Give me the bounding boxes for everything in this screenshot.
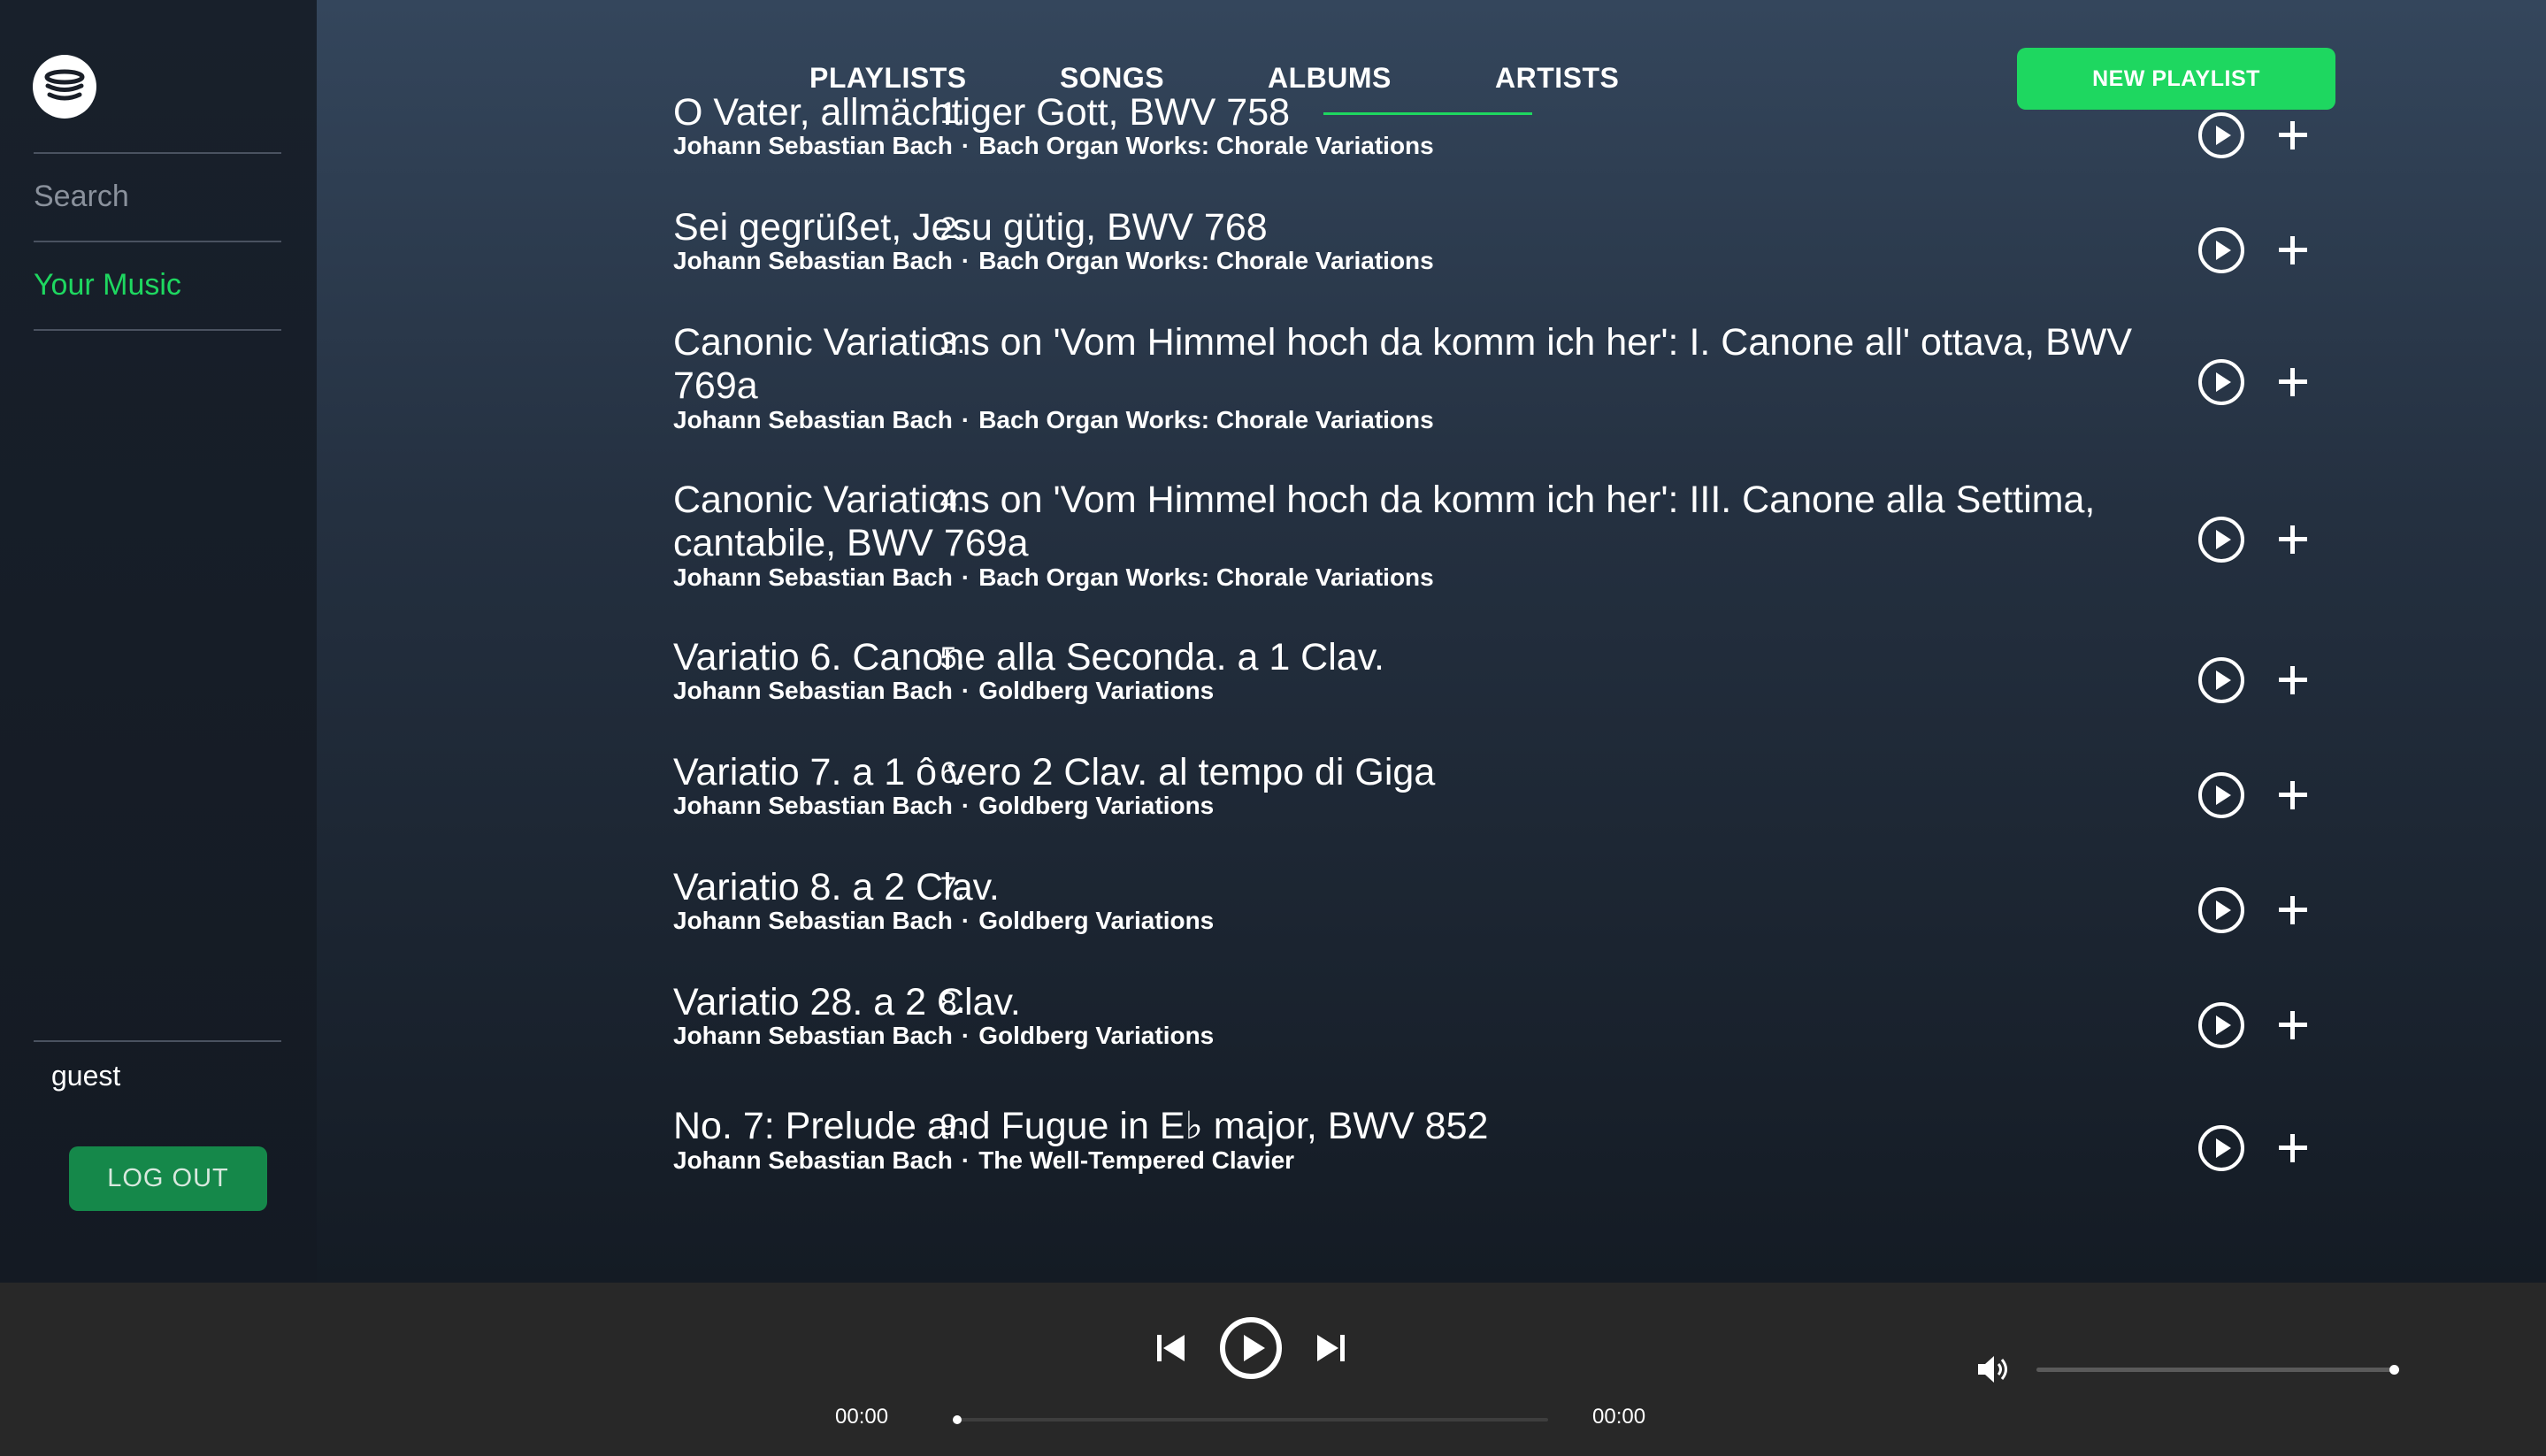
nav-divider xyxy=(34,241,281,242)
tab-albums[interactable]: ALBUMS xyxy=(1268,62,1392,95)
play-song-icon[interactable] xyxy=(2197,1001,2245,1049)
song-album[interactable]: Goldberg Variations xyxy=(978,677,1214,704)
song-album[interactable]: Bach Organ Works: Chorale Variations xyxy=(978,563,1434,591)
add-to-playlist-icon[interactable] xyxy=(2275,522,2311,557)
song-row[interactable]: 5. Variatio 6. Canone alla Seconda. a 1 C… xyxy=(317,636,2546,742)
song-subtitle: Johann Sebastian Bach · Bach Organ Works: … xyxy=(673,406,1434,434)
song-artist[interactable]: Johann Sebastian Bach xyxy=(673,1022,953,1049)
play-song-icon[interactable] xyxy=(2197,516,2245,563)
song-subtitle: Johann Sebastian Bach · Bach Organ Works: … xyxy=(673,132,1434,160)
skip-previous-icon[interactable] xyxy=(1155,1332,1187,1364)
current-time: 00:00 xyxy=(835,1405,889,1429)
add-to-playlist-icon[interactable] xyxy=(2275,1130,2311,1166)
play-song-icon[interactable] xyxy=(2197,886,2245,934)
song-subtitle: Johann Sebastian Bach · Goldberg Variation… xyxy=(673,1022,1214,1050)
progress-bar[interactable] xyxy=(957,1418,1548,1422)
song-title[interactable]: Variatio 28. a 2 Clav. xyxy=(673,981,2177,1024)
volume-handle[interactable] xyxy=(2389,1365,2399,1375)
spotify-logo-icon[interactable] xyxy=(33,55,96,119)
song-album[interactable]: Bach Organ Works: Chorale Variations xyxy=(978,406,1434,433)
song-subtitle: Johann Sebastian Bach · Goldberg Variation… xyxy=(673,792,1214,820)
song-separator: · xyxy=(961,247,970,274)
song-separator: · xyxy=(961,907,970,934)
song-artist[interactable]: Johann Sebastian Bach xyxy=(673,563,953,591)
play-song-icon[interactable] xyxy=(2197,358,2245,406)
add-to-playlist-icon[interactable] xyxy=(2275,1008,2311,1043)
song-row[interactable]: 3. Canonic Variations on 'Vom Himmel hoch… xyxy=(317,321,2546,471)
username: guest xyxy=(51,1060,121,1092)
song-title[interactable]: Canonic Variations on 'Vom Himmel hoch d… xyxy=(673,321,2177,408)
song-artist[interactable]: Johann Sebastian Bach xyxy=(673,406,953,433)
song-row[interactable]: 7. Variatio 8. a 2 Clav. Johann Sebastian … xyxy=(317,866,2546,972)
add-to-playlist-icon[interactable] xyxy=(2275,663,2311,698)
song-album[interactable]: Bach Organ Works: Chorale Variations xyxy=(978,247,1434,274)
play-song-icon[interactable] xyxy=(2197,226,2245,274)
play-song-icon[interactable] xyxy=(2197,656,2245,704)
total-time: 00:00 xyxy=(1592,1405,1646,1429)
song-artist[interactable]: Johann Sebastian Bach xyxy=(673,247,953,274)
song-title[interactable]: Variatio 7. a 1 ô vero 2 Clav. al tempo … xyxy=(673,751,2177,794)
song-row[interactable]: 1. O Vater, allmächtiger Gott, BWV 758 Joh… xyxy=(317,91,2546,197)
song-separator: · xyxy=(961,1146,970,1174)
song-row[interactable]: 9. No. 7: Prelude and Fugue in E♭ major, … xyxy=(317,1096,2546,1202)
nav-search[interactable]: Search xyxy=(34,179,129,214)
song-subtitle: Johann Sebastian Bach · Goldberg Variation… xyxy=(673,677,1214,705)
song-title[interactable]: Variatio 8. a 2 Clav. xyxy=(673,866,2177,909)
song-row[interactable]: 2. Sei gegrüßet, Jesu gütig, BWV 768 Johan… xyxy=(317,206,2546,312)
song-artist[interactable]: Johann Sebastian Bach xyxy=(673,907,953,934)
tab-playlists[interactable]: PLAYLISTS xyxy=(809,62,967,95)
song-artist[interactable]: Johann Sebastian Bach xyxy=(673,677,953,704)
main-content: PLAYLISTS SONGS ALBUMS ARTISTS NEW PLAYL… xyxy=(317,0,2546,1283)
add-to-playlist-icon[interactable] xyxy=(2275,893,2311,928)
song-album[interactable]: Goldberg Variations xyxy=(978,792,1214,819)
song-title[interactable]: Sei gegrüßet, Jesu gütig, BWV 768 xyxy=(673,206,2177,249)
add-to-playlist-icon[interactable] xyxy=(2275,118,2311,153)
tab-songs[interactable]: SONGS xyxy=(1060,62,1164,95)
nav-your-music[interactable]: Your Music xyxy=(34,267,181,303)
add-to-playlist-icon[interactable] xyxy=(2275,364,2311,400)
song-separator: · xyxy=(961,677,970,704)
volume-level xyxy=(2036,1368,2394,1372)
song-separator: · xyxy=(961,792,970,819)
song-album[interactable]: Bach Organ Works: Chorale Variations xyxy=(978,132,1434,159)
song-row[interactable]: 8. Variatio 28. a 2 Clav. Johann Sebastian… xyxy=(317,981,2546,1087)
song-title[interactable]: Canonic Variations on 'Vom Himmel hoch d… xyxy=(673,479,2177,565)
sidebar: Search Your Music guest LOG OUT xyxy=(0,0,317,1283)
song-artist[interactable]: Johann Sebastian Bach xyxy=(673,792,953,819)
song-title[interactable]: Variatio 6. Canone alla Seconda. a 1 Cla… xyxy=(673,636,2177,679)
song-subtitle: Johann Sebastian Bach · Bach Organ Works: … xyxy=(673,563,1434,592)
song-title[interactable]: O Vater, allmächtiger Gott, BWV 758 xyxy=(673,91,2177,134)
song-subtitle: Johann Sebastian Bach · Goldberg Variation… xyxy=(673,907,1214,935)
play-song-icon[interactable] xyxy=(2197,1124,2245,1172)
song-title[interactable]: No. 7: Prelude and Fugue in E♭ major, BW… xyxy=(673,1105,2177,1148)
play-song-icon[interactable] xyxy=(2197,771,2245,819)
nav-divider xyxy=(34,329,281,331)
song-album[interactable]: Goldberg Variations xyxy=(978,907,1214,934)
song-artist[interactable]: Johann Sebastian Bach xyxy=(673,132,953,159)
song-album[interactable]: Goldberg Variations xyxy=(978,1022,1214,1049)
play-circle-icon[interactable] xyxy=(1219,1316,1283,1380)
logout-button[interactable]: LOG OUT xyxy=(69,1146,267,1211)
nav-divider xyxy=(34,152,281,154)
song-separator: · xyxy=(961,132,970,159)
song-subtitle: Johann Sebastian Bach · The Well-Tempered … xyxy=(673,1146,1294,1175)
progress-handle[interactable] xyxy=(953,1415,962,1424)
skip-next-icon[interactable] xyxy=(1315,1332,1346,1364)
song-separator: · xyxy=(961,1022,970,1049)
song-separator: · xyxy=(961,406,970,433)
user-divider xyxy=(34,1040,281,1042)
song-album[interactable]: The Well-Tempered Clavier xyxy=(978,1146,1294,1174)
song-subtitle: Johann Sebastian Bach · Bach Organ Works: … xyxy=(673,247,1434,275)
song-artist[interactable]: Johann Sebastian Bach xyxy=(673,1146,953,1174)
play-song-icon[interactable] xyxy=(2197,111,2245,159)
add-to-playlist-icon[interactable] xyxy=(2275,778,2311,813)
song-separator: · xyxy=(961,563,970,591)
song-row[interactable]: 6. Variatio 7. a 1 ô vero 2 Clav. al temp… xyxy=(317,751,2546,857)
volume-icon[interactable] xyxy=(1976,1353,2012,1385)
tab-artists[interactable]: ARTISTS xyxy=(1495,62,1619,95)
song-row[interactable]: 4. Canonic Variations on 'Vom Himmel hoch… xyxy=(317,479,2546,629)
add-to-playlist-icon[interactable] xyxy=(2275,233,2311,268)
